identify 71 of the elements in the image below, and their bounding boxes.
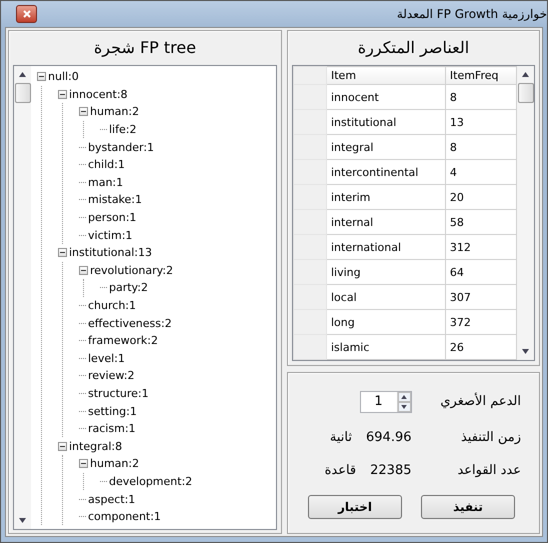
rules-count: 22385 xyxy=(370,462,412,478)
window-title: خوارزمية FP Growth المعدلة xyxy=(396,7,547,21)
tree-node[interactable]: church:1 xyxy=(88,299,136,312)
close-button[interactable] xyxy=(16,5,37,23)
panel-title: العناصر المتكررة xyxy=(356,37,470,59)
unit-label: قاعدة xyxy=(324,462,356,478)
close-icon xyxy=(22,10,30,18)
up-arrow-icon[interactable] xyxy=(19,72,26,77)
scroll-thumb[interactable] xyxy=(518,83,534,103)
tree-node[interactable]: racism:1 xyxy=(88,422,136,436)
table-cell: living xyxy=(326,260,446,284)
down-arrow-icon[interactable] xyxy=(401,404,407,409)
tree-node[interactable]: innocent:8 xyxy=(69,88,128,101)
table-cell: international xyxy=(326,234,446,260)
tree-node[interactable]: framework:2 xyxy=(88,334,158,348)
collapse-icon[interactable] xyxy=(79,266,88,275)
table-cell: long xyxy=(326,310,446,334)
collapse-icon[interactable] xyxy=(37,72,46,82)
scroll-thumb[interactable] xyxy=(14,83,30,103)
tree-node[interactable]: human:2 xyxy=(90,105,140,118)
collapse-icon[interactable] xyxy=(58,248,67,258)
tree-node[interactable]: revolutionary:2 xyxy=(90,264,174,277)
tree-node[interactable]: life:2 xyxy=(109,123,136,136)
down-arrow-icon[interactable] xyxy=(522,349,529,354)
field-label: زمن التنفيذ xyxy=(460,430,521,446)
up-arrow-icon[interactable] xyxy=(522,72,529,77)
tree-node[interactable]: mistake:1 xyxy=(88,193,142,206)
collapse-icon[interactable] xyxy=(58,90,67,99)
tree-node[interactable]: person:1 xyxy=(88,211,136,224)
tree-node[interactable]: level:1 xyxy=(88,352,125,365)
tree-node[interactable]: party:2 xyxy=(109,281,148,294)
tree-node[interactable]: setting:1 xyxy=(88,404,137,418)
tree-node[interactable]: null:0 xyxy=(48,70,79,84)
down-arrow-icon[interactable] xyxy=(19,518,26,523)
time-value: 694.96 xyxy=(366,430,412,446)
tree-node[interactable]: aspect:1 xyxy=(88,492,136,506)
tree-node[interactable]: component:1 xyxy=(88,510,161,524)
tree-node[interactable]: integral:8 xyxy=(69,440,122,453)
tree-node[interactable]: man:1 xyxy=(88,176,124,189)
collapse-icon[interactable] xyxy=(79,459,88,468)
up-arrow-icon[interactable] xyxy=(401,394,407,399)
table-cell: local xyxy=(326,284,446,310)
collapse-icon[interactable] xyxy=(58,442,67,451)
tree-node[interactable]: review:2 xyxy=(88,369,134,382)
collapse-icon[interactable] xyxy=(79,107,88,116)
tree-node[interactable]: effectiveness:2 xyxy=(88,316,172,330)
column-header[interactable]: ItemFreq xyxy=(445,66,516,84)
panel-title: شجرة FP tree xyxy=(92,37,198,59)
tree-node[interactable]: bystander:1 xyxy=(88,140,154,154)
unit-label: ثانية xyxy=(330,430,352,446)
test-button[interactable]: اختبار xyxy=(308,495,402,520)
tree-node[interactable]: victim:1 xyxy=(88,228,132,242)
table-cell: internal xyxy=(326,210,446,234)
table-cell: innocent xyxy=(326,84,446,110)
field-label: الدعم الأصغري xyxy=(439,394,521,410)
table-cell: integral xyxy=(326,134,446,160)
table-cell: institutional xyxy=(326,110,446,134)
table-cell: interim xyxy=(326,184,446,210)
table-cell: intercontinental xyxy=(326,160,446,184)
column-header[interactable]: Item xyxy=(326,66,446,84)
field-label: عدد القواعد xyxy=(456,462,521,478)
scrollbar[interactable] xyxy=(14,66,31,529)
table-cell: islamic xyxy=(326,334,446,360)
spin-box[interactable]: 1 xyxy=(360,390,412,413)
tree-node[interactable]: development:2 xyxy=(109,474,192,488)
scrollbar[interactable] xyxy=(517,66,534,360)
tree-node[interactable]: institutional:13 xyxy=(69,246,152,260)
tree-node[interactable]: structure:1 xyxy=(88,386,149,400)
run-button[interactable]: تنفيذ xyxy=(421,495,515,520)
tree-node[interactable]: child:1 xyxy=(88,158,125,172)
tree-node[interactable]: human:2 xyxy=(90,457,140,470)
